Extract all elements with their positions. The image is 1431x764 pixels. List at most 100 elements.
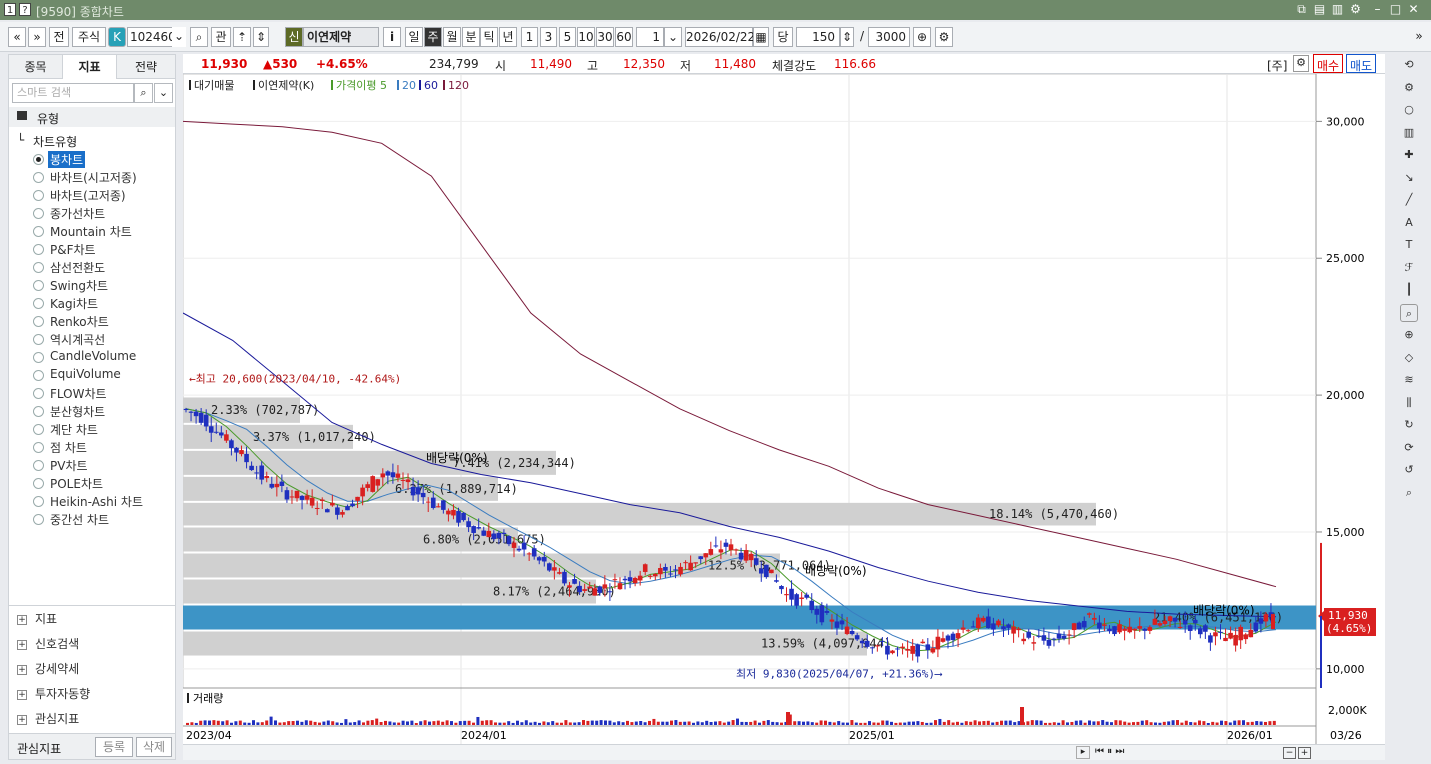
chart-type-radio[interactable]: [33, 388, 44, 399]
text-icon[interactable]: T: [1400, 236, 1418, 254]
auto-icon[interactable]: A: [1400, 214, 1418, 232]
total-input[interactable]: 3000: [868, 27, 910, 47]
chart-type-radio[interactable]: [33, 406, 44, 417]
chart-type-option[interactable]: 바차트(고저종): [50, 187, 126, 204]
minimize-button[interactable]: –: [1370, 2, 1385, 17]
count-input[interactable]: 150: [796, 27, 840, 47]
watchlist-button[interactable]: 관: [211, 27, 231, 47]
save-icon[interactable]: ▤: [1312, 2, 1327, 17]
calendar-icon[interactable]: ▦: [753, 27, 769, 47]
chart-type-radio[interactable]: [33, 298, 44, 309]
expand-plus-icon[interactable]: +: [17, 689, 27, 700]
tab-stocks[interactable]: 종목: [9, 55, 63, 79]
stepper-icon[interactable]: ⇕: [253, 27, 269, 47]
gear-icon[interactable]: ⚙: [1293, 55, 1309, 72]
maximize-button[interactable]: □: [1388, 2, 1403, 17]
search-icon[interactable]: ⌕: [134, 83, 153, 103]
chart-type-radio[interactable]: [33, 352, 44, 363]
chart-type-radio[interactable]: [33, 190, 44, 201]
chart-type-option[interactable]: P&F차트: [50, 241, 96, 258]
chart-type-radio[interactable]: [33, 154, 44, 165]
interval-5-button[interactable]: 5: [559, 27, 576, 47]
interval-60-button[interactable]: 60: [615, 27, 633, 47]
chart-type-option[interactable]: FLOW차트: [50, 385, 107, 402]
scroll-right-icon[interactable]: ▸: [1076, 746, 1090, 759]
cursor-icon[interactable]: ⟲: [1400, 56, 1418, 74]
indicator-group[interactable]: + 지표: [17, 610, 57, 627]
chart-type-option[interactable]: 계단 차트: [50, 421, 98, 438]
close-button[interactable]: ✕: [1406, 2, 1421, 17]
chart-type-option[interactable]: 중간선 차트: [50, 511, 109, 528]
expand-plus-icon[interactable]: +: [17, 614, 27, 625]
chart-type-option[interactable]: 봉차트: [48, 151, 86, 168]
print-icon[interactable]: ▥: [1330, 2, 1345, 17]
interval-input[interactable]: 1: [636, 27, 664, 47]
chart-type-option[interactable]: CandleVolume: [50, 349, 136, 363]
chart-area[interactable]: 10,000 15,000 20,000 25,000 30,000 2.33% (702…: [182, 73, 1385, 744]
chevron-down-icon[interactable]: ⌄: [172, 27, 186, 47]
cycle-icon[interactable]: ↻: [1400, 416, 1418, 434]
period-4[interactable]: 틱: [480, 27, 498, 47]
date-input[interactable]: 2026/02/22: [685, 27, 755, 47]
zoom-out-icon[interactable]: −: [1283, 747, 1296, 759]
chart-type-radio[interactable]: [33, 208, 44, 219]
chart-type-option[interactable]: 삼선전환도: [50, 259, 105, 276]
candlestick-chart[interactable]: 10,000 15,000 20,000 25,000 30,000 2.33% (702…: [182, 73, 1385, 744]
wave-icon[interactable]: ≋: [1400, 371, 1418, 389]
info-button[interactable]: i: [383, 27, 401, 47]
chart-type-radio[interactable]: [33, 316, 44, 327]
expand-plus-icon[interactable]: +: [17, 639, 27, 650]
fib-icon[interactable]: ℱ: [1400, 259, 1418, 277]
chart-type-radio[interactable]: [33, 442, 44, 453]
expand-plus-icon[interactable]: +: [17, 714, 27, 725]
interval-30-button[interactable]: 30: [596, 27, 614, 47]
chevron-down-icon[interactable]: ⌄: [664, 27, 682, 47]
chart-type-radio[interactable]: [33, 370, 44, 381]
trendline-icon[interactable]: ↘: [1400, 169, 1418, 187]
expand-plus-icon[interactable]: +: [17, 664, 27, 675]
pattern-icon[interactable]: ◇: [1400, 349, 1418, 367]
candle-icon[interactable]: ▥: [1400, 124, 1418, 142]
zoom-in-icon[interactable]: +: [1298, 747, 1311, 759]
chart-type-option[interactable]: 바차트(시고저종): [50, 169, 137, 186]
rotate-icon[interactable]: ⟳: [1400, 439, 1418, 457]
chart-type-option[interactable]: 역시계곡선: [50, 331, 105, 348]
k-market-badge[interactable]: K: [108, 27, 126, 47]
settings-icon[interactable]: ⚙: [1348, 2, 1363, 17]
interval-1-button[interactable]: 1: [521, 27, 538, 47]
stock-name[interactable]: 이연제약: [303, 27, 379, 47]
window-number-button[interactable]: 1: [4, 3, 16, 16]
indicator-group[interactable]: + 관심지표: [17, 710, 79, 727]
chart-type-radio[interactable]: [33, 334, 44, 345]
chart-type-option[interactable]: 점 차트: [50, 439, 87, 456]
chart-type-radio[interactable]: [33, 244, 44, 255]
playback-controls[interactable]: ⏮ ⏸ ⏭: [1095, 746, 1124, 757]
chart-type-radio[interactable]: [33, 478, 44, 489]
chart-type-radio[interactable]: [33, 496, 44, 507]
chart-type-option[interactable]: Heikin-Ashi 차트: [50, 493, 143, 510]
up-button[interactable]: ⇡: [233, 27, 251, 47]
tab-indicators[interactable]: 지표: [63, 55, 117, 79]
register-button[interactable]: 등록: [95, 737, 133, 757]
chart-type-option[interactable]: EquiVolume: [50, 367, 121, 381]
all-button[interactable]: 전: [49, 27, 69, 47]
chart-type-option[interactable]: Swing차트: [50, 277, 108, 294]
chart-type-option[interactable]: Mountain 차트: [50, 223, 132, 240]
period-0[interactable]: 일: [405, 27, 423, 47]
period-2[interactable]: 월: [443, 27, 461, 47]
chart-type-option[interactable]: Kagi차트: [50, 295, 98, 312]
chart-type-option[interactable]: POLE차트: [50, 475, 103, 492]
period-3[interactable]: 분: [462, 27, 480, 47]
chart-type-radio[interactable]: [33, 262, 44, 273]
refresh-icon[interactable]: ↺: [1400, 461, 1418, 479]
market-type-select[interactable]: 주식: [72, 27, 106, 47]
search-icon[interactable]: ⌕: [190, 27, 208, 47]
interval-10-button[interactable]: 10: [577, 27, 595, 47]
gear-icon[interactable]: ⚙: [1400, 79, 1418, 97]
smart-search-input[interactable]: 스마트 검색: [12, 83, 134, 103]
buy-button[interactable]: 매수: [1313, 54, 1344, 73]
chart-type-radio[interactable]: [33, 226, 44, 237]
circle-icon[interactable]: ○: [1400, 101, 1418, 119]
delete-button[interactable]: 삭제: [136, 737, 172, 757]
zoom-icon[interactable]: ⌕: [1400, 303, 1418, 322]
